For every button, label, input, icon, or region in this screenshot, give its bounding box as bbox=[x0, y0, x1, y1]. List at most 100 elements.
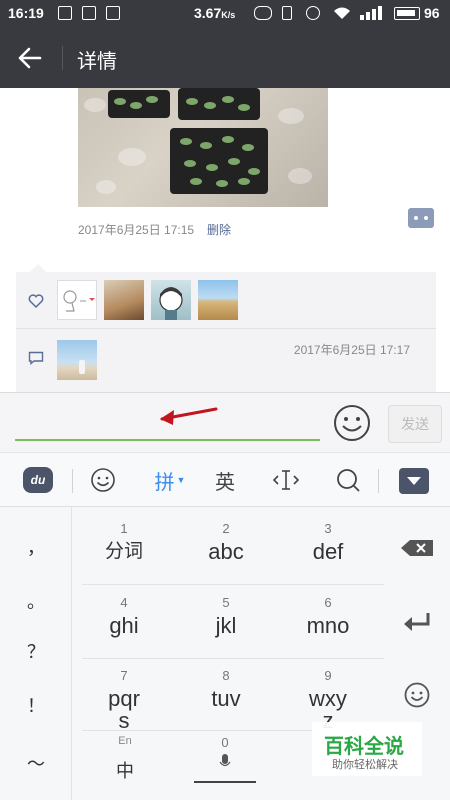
battery-icon bbox=[394, 7, 420, 20]
punct-key[interactable]: ！ bbox=[0, 677, 72, 733]
notification-icon bbox=[106, 6, 120, 20]
punct-key[interactable]: 。 bbox=[0, 573, 72, 629]
commenter-avatar[interactable] bbox=[57, 340, 97, 380]
english-label: 英 bbox=[215, 471, 235, 494]
key-label: 分词 bbox=[104, 541, 143, 562]
key-label: mno bbox=[306, 613, 350, 638]
punct-key[interactable]: ～ bbox=[0, 735, 72, 791]
status-time: 16:19 bbox=[8, 5, 44, 21]
space-bar-line bbox=[194, 781, 256, 783]
comment-row: 2017年6月25日 17:17 bbox=[16, 329, 436, 392]
title-bar: 详情 bbox=[0, 28, 450, 88]
emoji-key-icon bbox=[404, 682, 430, 707]
image-icon bbox=[82, 6, 96, 20]
key-label: jkl bbox=[215, 613, 237, 638]
ime-toolbar: du 拼 ▼ 英 bbox=[0, 452, 450, 507]
space-key[interactable]: 0 bbox=[188, 733, 262, 793]
text-cursor-icon bbox=[272, 470, 300, 490]
key-label: tuv bbox=[211, 686, 241, 711]
key-number: 1 bbox=[120, 521, 128, 536]
smiley-icon bbox=[334, 405, 370, 441]
key-9[interactable]: 9 wxyz bbox=[276, 658, 380, 732]
comment-input-bar: 发送 bbox=[0, 392, 450, 452]
comment-icon bbox=[28, 351, 44, 365]
emoji-button[interactable] bbox=[332, 403, 372, 443]
post-timestamp: 2017年6月25日 17:15 bbox=[78, 223, 195, 237]
smiley-outline-icon bbox=[91, 468, 115, 492]
liker-avatar[interactable] bbox=[104, 280, 144, 320]
cartoon-avatar-icon bbox=[63, 290, 95, 312]
heart-icon bbox=[28, 294, 44, 309]
enter-icon bbox=[404, 612, 430, 631]
key-number: 6 bbox=[324, 595, 332, 610]
cursor-move-button[interactable] bbox=[270, 463, 302, 497]
key-label: ghi bbox=[109, 613, 139, 638]
key-label: pqrs bbox=[108, 686, 140, 733]
language-switch-key[interactable]: En 中 bbox=[82, 733, 168, 793]
page-title: 详情 bbox=[77, 51, 117, 73]
du-app-icon bbox=[254, 6, 272, 20]
keyboard-collapse-button[interactable] bbox=[399, 468, 429, 494]
space-number: 0 bbox=[221, 735, 229, 750]
message-icon bbox=[58, 6, 72, 20]
network-speed: 3.67K/s bbox=[194, 5, 235, 21]
english-mode-button[interactable]: 英 bbox=[210, 463, 240, 497]
key-4[interactable]: 4 ghi bbox=[72, 585, 176, 658]
arrow-left-icon bbox=[18, 47, 42, 69]
watermark-main: 百科全说 bbox=[324, 736, 404, 758]
toolbar-divider bbox=[378, 469, 379, 493]
toolbar-divider bbox=[72, 469, 73, 493]
likes-row bbox=[16, 272, 436, 329]
key-label: def bbox=[312, 539, 344, 564]
cartoon-girl-icon bbox=[159, 287, 183, 320]
emoji-key[interactable] bbox=[384, 658, 450, 731]
key-1[interactable]: 1 分词 bbox=[72, 511, 176, 584]
key-5[interactable]: 5 jkl bbox=[174, 585, 278, 658]
search-icon bbox=[337, 469, 360, 492]
ime-emoji-button[interactable] bbox=[88, 463, 118, 497]
key-label: abc bbox=[208, 539, 244, 564]
backspace-key[interactable] bbox=[384, 511, 450, 584]
ime-search-button[interactable] bbox=[333, 463, 363, 497]
language-switch-zh: 中 bbox=[116, 761, 134, 781]
pinyin-mode-button[interactable]: 拼 ▼ bbox=[150, 463, 190, 497]
network-speed-unit: K/s bbox=[221, 10, 236, 20]
post-photo[interactable] bbox=[78, 88, 328, 207]
punct-key[interactable]: ， bbox=[0, 519, 72, 575]
send-button[interactable]: 发送 bbox=[388, 405, 442, 443]
signal-icon bbox=[360, 6, 384, 20]
delete-link[interactable]: 删除 bbox=[207, 221, 231, 238]
vibrate-icon bbox=[282, 6, 292, 20]
key-number: 2 bbox=[222, 521, 230, 536]
backspace-icon bbox=[401, 539, 433, 556]
watermark: 百科全说 助你轻松解决 bbox=[312, 722, 422, 776]
liker-avatar[interactable] bbox=[57, 280, 97, 320]
key-3[interactable]: 3 def bbox=[276, 511, 380, 584]
watermark-sub: 助你轻松解决 bbox=[332, 759, 398, 771]
chevron-down-icon: ▼ bbox=[176, 475, 186, 485]
liker-avatar[interactable] bbox=[151, 280, 191, 320]
key-6[interactable]: 6 mno bbox=[276, 585, 380, 658]
comment-timestamp: 2017年6月25日 17:17 bbox=[293, 343, 410, 357]
key-number: 9 bbox=[324, 668, 332, 683]
key-number: 4 bbox=[120, 595, 128, 610]
key-7[interactable]: 7 pqrs bbox=[72, 658, 176, 733]
language-switch-en: En bbox=[118, 735, 132, 747]
key-2[interactable]: 2 abc bbox=[174, 511, 278, 584]
punct-key[interactable]: ？ bbox=[0, 623, 72, 679]
alarm-icon bbox=[306, 6, 320, 20]
back-button[interactable] bbox=[14, 43, 46, 73]
ime-menu-button[interactable]: du bbox=[20, 463, 56, 497]
more-button[interactable] bbox=[408, 208, 434, 228]
key-number: 8 bbox=[222, 668, 230, 683]
battery-level: 96 bbox=[424, 5, 440, 21]
liker-avatar[interactable] bbox=[198, 280, 238, 320]
interactions-panel: 2017年6月25日 17:17 bbox=[16, 264, 436, 392]
key-number: 7 bbox=[120, 668, 128, 683]
du-logo-icon: du bbox=[23, 467, 53, 493]
network-speed-value: 3.67 bbox=[194, 5, 222, 21]
pinyin-label: 拼 bbox=[154, 471, 175, 494]
enter-key[interactable] bbox=[384, 585, 450, 658]
key-8[interactable]: 8 tuv bbox=[174, 658, 278, 731]
title-divider bbox=[62, 46, 63, 70]
